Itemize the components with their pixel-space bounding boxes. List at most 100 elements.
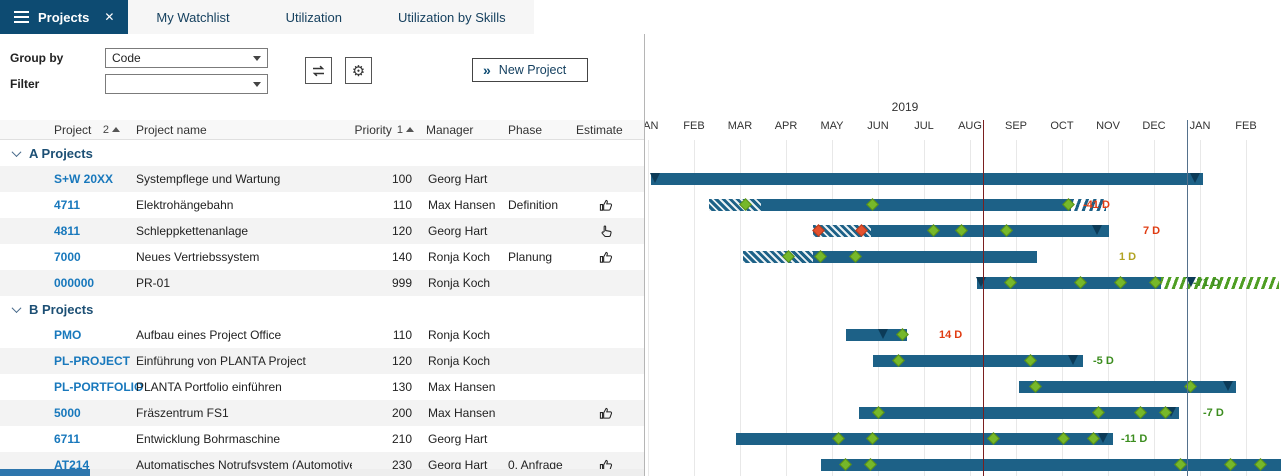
filter-label: Filter [10, 77, 39, 91]
col-estimate-label: Estimate [576, 123, 623, 137]
col-project-name[interactable]: Project name [128, 123, 352, 137]
gantt-bar[interactable] [821, 459, 1281, 471]
chevron-down-icon [253, 82, 261, 87]
col-project[interactable]: Project 2 [46, 123, 128, 137]
table-row[interactable]: 5000Fräszentrum FS1200Max Hansen [0, 400, 644, 426]
phase-value: Definition [494, 198, 568, 212]
timeline-marker [1187, 120, 1188, 476]
gantt-row: -7 D [645, 400, 1281, 426]
group-label: A Projects [29, 146, 93, 161]
col-phase-label: Phase [508, 123, 542, 137]
project-code-link[interactable]: S+W 20XX [46, 172, 128, 186]
bar-label: 1 D [1119, 251, 1136, 263]
table-row[interactable]: 4711Elektrohängebahn110Max HansenDefinit… [0, 192, 644, 218]
gantt-bar[interactable] [709, 199, 1071, 211]
project-name: Entwicklung Bohrmaschine [128, 432, 352, 446]
thumbs-up-icon[interactable] [599, 406, 614, 421]
table-header: Project 2 Project name Priority 1 Manage… [0, 120, 644, 140]
thumbs-up-icon[interactable] [599, 198, 614, 213]
sort-asc-icon [112, 127, 120, 132]
col-priority[interactable]: Priority 1 [352, 123, 418, 137]
month-label: DEC [1131, 120, 1177, 132]
estimate-cell [568, 406, 644, 421]
group-label: B Projects [29, 302, 93, 317]
tab-utilization[interactable]: Utilization [258, 0, 370, 34]
toolbar: Group by Code Filter ⚙ » New Project [0, 34, 644, 120]
bar-end-marker [1092, 225, 1102, 235]
thumbs-up-icon[interactable] [599, 250, 614, 265]
manager-value: Georg Hart [418, 224, 494, 238]
col-manager[interactable]: Manager [418, 123, 494, 137]
gantt-row [645, 452, 1281, 476]
col-estimate[interactable]: Estimate [568, 123, 644, 137]
month-label: NOV [1085, 120, 1131, 132]
table-row[interactable]: 6711Entwicklung Bohrmaschine210Georg Har… [0, 426, 644, 452]
group-row[interactable]: B Projects [0, 296, 644, 322]
manager-value: Max Hansen [418, 198, 494, 212]
table-row[interactable]: PL-PORTFOLIOPLANTA Portfolio einführen13… [0, 374, 644, 400]
tab-my-watchlist[interactable]: My Watchlist [128, 0, 257, 34]
hand-icon[interactable] [599, 224, 614, 239]
month-label: MAY [809, 120, 855, 132]
project-code-link[interactable]: 6711 [46, 432, 128, 446]
gantt-bar[interactable] [736, 433, 1113, 445]
bar-label: -71 D [1193, 277, 1220, 289]
refresh-icon [310, 64, 327, 78]
tab-projects[interactable]: Projects ✕ [0, 0, 128, 34]
project-code-link[interactable]: 000000 [46, 276, 128, 290]
month-label: SEP [993, 120, 1039, 132]
table-row[interactable]: 4811Schleppkettenanlage120Georg Hart [0, 218, 644, 244]
chevron-down-icon[interactable] [12, 147, 22, 157]
chevron-down-icon[interactable] [12, 303, 22, 313]
priority-value: 100 [352, 172, 418, 186]
refresh-button[interactable] [305, 57, 332, 84]
table-row[interactable]: 7000Neues Vertriebssystem140Ronja KochPl… [0, 244, 644, 270]
new-project-button[interactable]: » New Project [472, 58, 588, 82]
table-row[interactable]: PL-PROJECTEinführung von PLANTA Project1… [0, 348, 644, 374]
bar-end-marker [650, 173, 660, 183]
project-code-link[interactable]: PL-PROJECT [46, 354, 128, 368]
close-icon[interactable]: ✕ [104, 10, 114, 24]
month-label: FEB [1223, 120, 1269, 132]
col-project-label: Project [54, 123, 91, 137]
filter-select[interactable] [105, 74, 268, 94]
bar-label: -7 D [1203, 407, 1224, 419]
project-code-link[interactable]: 4811 [46, 224, 128, 238]
estimate-cell [568, 250, 644, 265]
gear-icon: ⚙ [352, 62, 365, 80]
group-row[interactable]: A Projects [0, 140, 644, 166]
priority-value: 120 [352, 224, 418, 238]
scrollbar-thumb[interactable] [0, 469, 90, 476]
gantt-bar[interactable] [1019, 381, 1236, 393]
table-row[interactable]: S+W 20XXSystempflege und Wartung100Georg… [0, 166, 644, 192]
project-code-link[interactable]: 4711 [46, 198, 128, 212]
manager-value: Ronja Koch [418, 328, 494, 342]
table-body: A Projects S+W 20XXSystempflege und Wartu… [0, 140, 644, 476]
project-code-link[interactable]: PL-PORTFOLIO [46, 380, 128, 394]
tab-projects-label: Projects [38, 10, 89, 25]
col-phase[interactable]: Phase [494, 123, 568, 137]
settings-button[interactable]: ⚙ [345, 57, 372, 84]
group-by-value: Code [112, 51, 141, 65]
gantt-bar[interactable] [859, 407, 1179, 419]
project-code-link[interactable]: 7000 [46, 250, 128, 264]
gantt-header: 2019 JANFEBMARAPRMAYJUNJULAUGSEPOCTNOVDE… [645, 34, 1281, 140]
gantt-row: 14 D [645, 322, 1281, 348]
priority-value: 999 [352, 276, 418, 290]
bar-end-marker [878, 329, 888, 339]
group-by-select[interactable]: Code [105, 48, 268, 68]
col-manager-label: Manager [426, 123, 473, 137]
project-code-link[interactable]: 5000 [46, 406, 128, 420]
menu-icon[interactable] [14, 11, 29, 23]
table-row[interactable]: PMOAufbau eines Project Office110Ronja K… [0, 322, 644, 348]
gantt-bar[interactable] [873, 355, 1083, 367]
gantt-bar[interactable] [651, 173, 1203, 185]
month-label: APR [763, 120, 809, 132]
gantt-row [645, 374, 1281, 400]
table-row[interactable]: 000000PR-01999Ronja Koch [0, 270, 644, 296]
horizontal-scrollbar[interactable] [0, 469, 644, 476]
tab-utilization-by-skills[interactable]: Utilization by Skills [370, 0, 534, 34]
gantt-panel: 2019 JANFEBMARAPRMAYJUNJULAUGSEPOCTNOVDE… [645, 34, 1281, 476]
project-code-link[interactable]: PMO [46, 328, 128, 342]
gantt-group-row [645, 296, 1281, 322]
